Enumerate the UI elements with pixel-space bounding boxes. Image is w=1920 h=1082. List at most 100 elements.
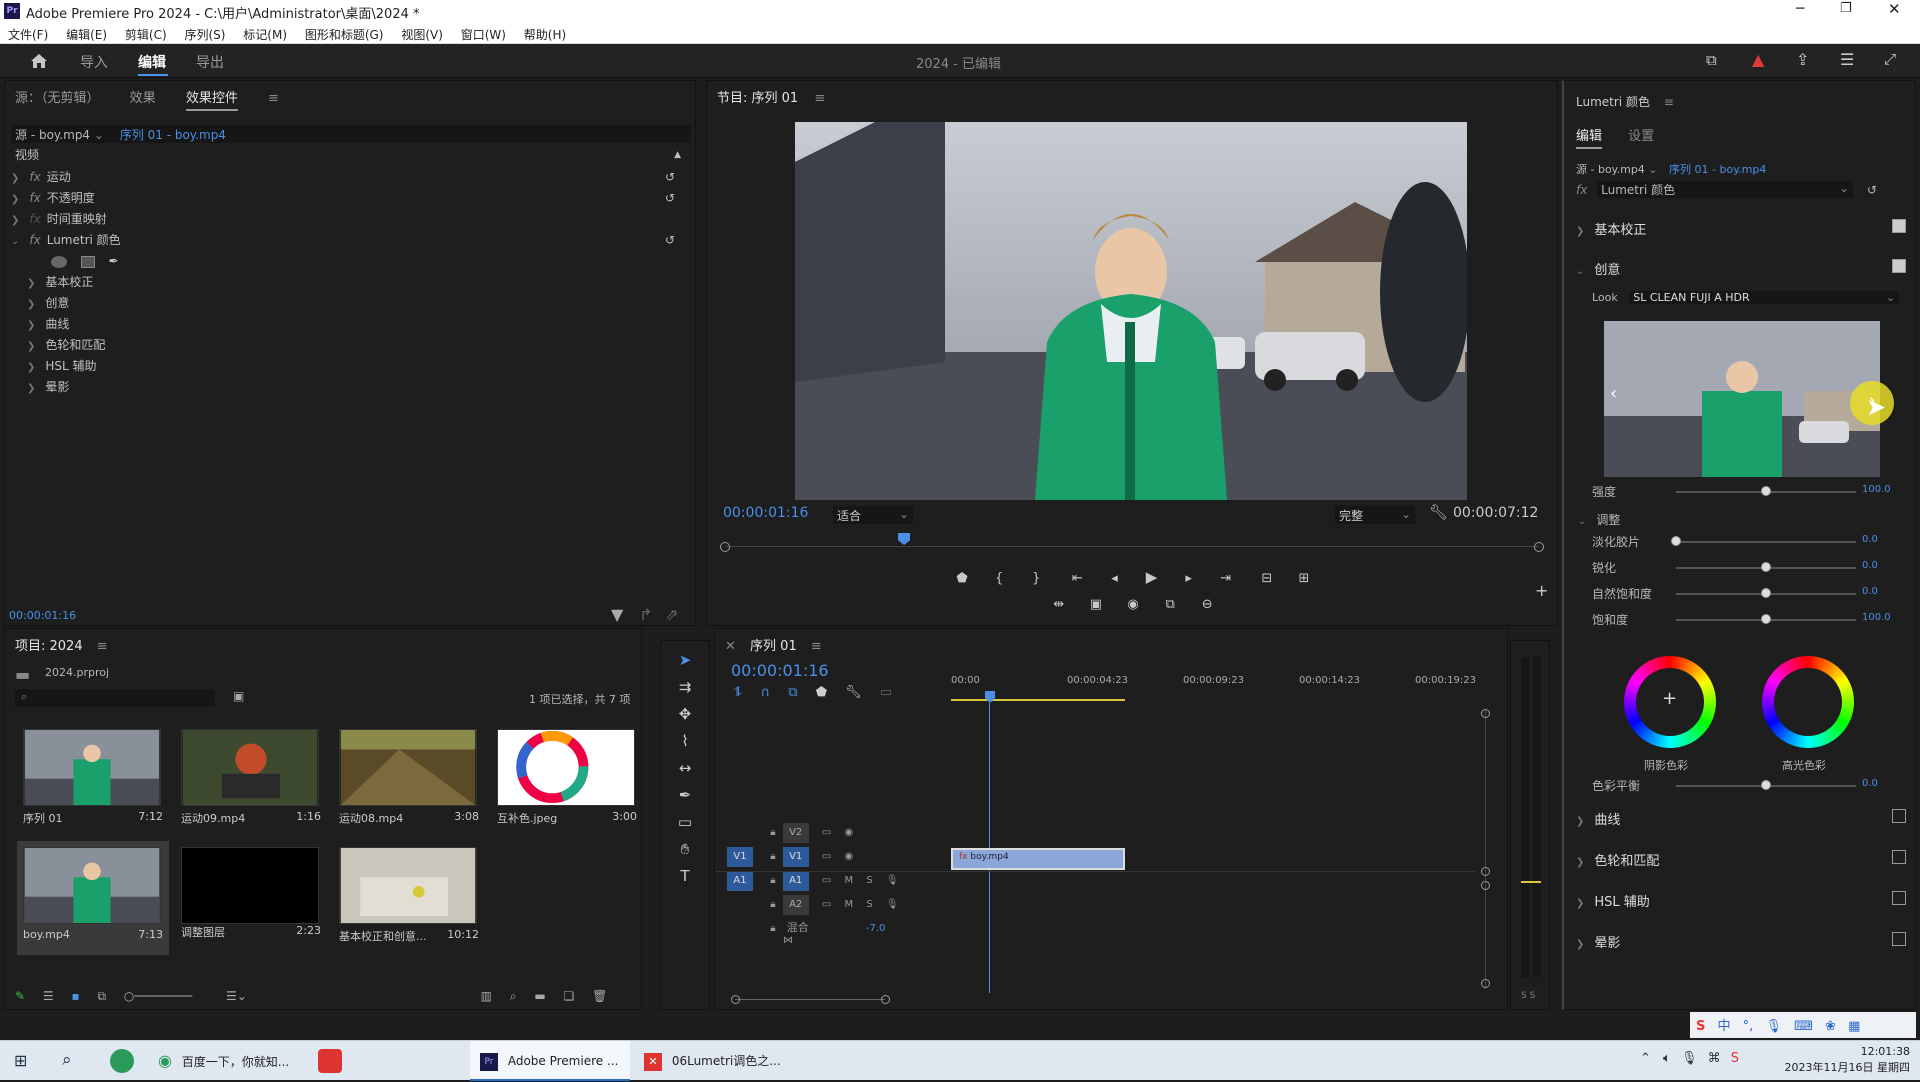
adjust-slider-knob[interactable]: [1761, 614, 1771, 624]
export-effect-icon[interactable]: ↱: [639, 605, 652, 624]
new-folder-icon[interactable]: ▬: [534, 989, 545, 1003]
icon-view-icon[interactable]: ▪: [71, 989, 79, 1003]
lumetri-sub-curves[interactable]: ❯ 曲线: [11, 314, 681, 335]
adjust-slider-knob[interactable]: [1761, 562, 1771, 572]
timeline-vscroll[interactable]: [1481, 709, 1491, 989]
new-item-icon[interactable]: ❏: [564, 989, 575, 1003]
project-item[interactable]: 运动08.mp4 3:08: [339, 729, 479, 826]
trash-icon[interactable]: 🗑︎: [592, 989, 607, 1003]
project-item[interactable]: 运动09.mp4 1:16: [181, 729, 321, 826]
hsl-enable-checkbox[interactable]: [1892, 891, 1906, 905]
sync-lock-icon[interactable]: ▭: [822, 851, 831, 862]
clip-boy[interactable]: fx boy.mp4: [951, 848, 1125, 870]
quality-dropdown[interactable]: 完整 ⌄: [1335, 506, 1415, 524]
timeline-timecode[interactable]: 00:00:01:16: [731, 661, 829, 680]
project-title[interactable]: 项目: 2024: [15, 635, 83, 654]
menu-window[interactable]: 窗口(W): [461, 26, 506, 43]
source-patch-a1[interactable]: A1: [727, 871, 753, 891]
write-icon[interactable]: ✎: [15, 989, 25, 1003]
panel-menu-icon[interactable]: ≡: [811, 639, 822, 654]
punctuation-icon[interactable]: °,: [1743, 1019, 1754, 1034]
ime-language[interactable]: 中: [1718, 1019, 1731, 1034]
creative-enable-checkbox[interactable]: [1892, 259, 1906, 273]
effect-time-remap[interactable]: ❯ fx 时间重映射: [11, 209, 681, 230]
menu-sequence[interactable]: 序列(S): [184, 26, 225, 43]
lock-icon[interactable]: 🔒︎: [770, 923, 775, 934]
menu-view[interactable]: 视图(V): [401, 26, 443, 43]
menu-file[interactable]: 文件(F): [8, 26, 48, 43]
solo-button[interactable]: S: [866, 875, 872, 886]
captions-icon[interactable]: ▭: [880, 685, 892, 700]
program-timecode[interactable]: 00:00:01:16: [723, 505, 808, 521]
panel-menu-icon[interactable]: ≡: [814, 91, 825, 106]
tab-lumetri-settings[interactable]: 设置: [1628, 129, 1654, 144]
timeline-settings-icon[interactable]: 🔧︎: [845, 685, 862, 700]
panel-menu-icon[interactable]: ≡: [268, 91, 279, 106]
project-item[interactable]: 基本校正和创意... 10:12: [339, 847, 479, 944]
highlight-tint-wheel[interactable]: [1762, 656, 1854, 748]
pen-tool-icon[interactable]: ✒: [661, 782, 709, 809]
look-previous-icon[interactable]: ‹: [1610, 383, 1617, 404]
share-icon[interactable]: ⇪: [1796, 50, 1809, 69]
ime-indicator[interactable]: S: [1731, 1051, 1739, 1066]
mark-in-button[interactable]: {: [988, 571, 1010, 586]
project-search-input[interactable]: ⌕: [15, 689, 215, 707]
volume-icon[interactable]: 🔈︎: [1663, 1051, 1671, 1066]
lumetri-sequence-link[interactable]: 序列 01 - boy.mp4: [1669, 163, 1766, 176]
sequence-link[interactable]: 序列 01 - boy.mp4: [120, 128, 226, 142]
project-item[interactable]: 互补色.jpeg 3:00: [497, 729, 637, 826]
reset-icon[interactable]: ↺: [665, 167, 675, 188]
mix-volume[interactable]: -7.0: [866, 923, 886, 934]
lumetri-sub-basic[interactable]: ❯ 基本校正: [11, 272, 681, 293]
solo-button[interactable]: S: [866, 899, 872, 910]
microphone-icon[interactable]: 🎙︎: [886, 899, 899, 910]
rectangle-tool-icon[interactable]: ▭: [661, 809, 709, 836]
nest-icon[interactable]: ⥮: [733, 685, 742, 700]
eye-icon[interactable]: ◉: [845, 851, 854, 862]
taskbar-item-lumetri-doc[interactable]: ✕ 06Lumetri调色之...: [640, 1041, 790, 1081]
adjust-slider-value[interactable]: 0.0: [1862, 586, 1878, 597]
lock-icon[interactable]: 🔒︎: [770, 875, 775, 886]
home-icon[interactable]: [30, 53, 48, 69]
adjust-slider-value[interactable]: 0.0: [1862, 560, 1878, 571]
list-view-icon[interactable]: ☰: [43, 989, 54, 1003]
intensity-knob[interactable]: [1761, 486, 1771, 496]
eye-icon[interactable]: ◉: [845, 827, 854, 838]
close-button[interactable]: ✕: [1888, 0, 1901, 18]
tab-effects[interactable]: 效果: [130, 87, 156, 106]
sort-icon[interactable]: ☰⌄: [226, 989, 247, 1003]
meter-solo-buttons[interactable]: S S: [1521, 991, 1535, 1001]
add-marker-button[interactable]: ⬟: [951, 571, 973, 586]
microphone-tray-icon[interactable]: 🎙︎: [1681, 1051, 1698, 1066]
lumetri-sub-hsl[interactable]: ❯ HSL 辅助: [11, 356, 681, 377]
play-button[interactable]: ▶: [1141, 568, 1163, 586]
minimize-button[interactable]: ─: [1796, 1, 1804, 17]
selection-tool-icon[interactable]: ➤: [661, 647, 709, 674]
tab-lumetri-edit[interactable]: 编辑: [1576, 129, 1603, 149]
timeline-hscroll[interactable]: [731, 995, 891, 1005]
color-balance-knob[interactable]: [1761, 780, 1771, 790]
go-to-end-icon[interactable]: ⋈: [783, 935, 793, 946]
keyboard-icon[interactable]: ⌨: [1794, 1019, 1813, 1034]
effect-lumetri[interactable]: ⌄ fx Lumetri 颜色 ↺: [11, 230, 681, 251]
mute-button[interactable]: M: [845, 875, 854, 886]
trim-button[interactable]: ⇹: [1048, 597, 1070, 612]
insert-button[interactable]: ⊟: [1256, 571, 1278, 586]
effect-motion[interactable]: ❯ fx 运动 ↺: [11, 167, 681, 188]
panels-menu-icon[interactable]: ☰: [1840, 50, 1854, 69]
add-button[interactable]: +: [1535, 581, 1548, 600]
program-scrubber[interactable]: [720, 542, 1544, 552]
menu-graphics[interactable]: 图形和标题(G): [305, 26, 384, 43]
hand-tool-icon[interactable]: ✋︎: [661, 836, 709, 863]
color-balance-value[interactable]: 0.0: [1862, 778, 1878, 789]
section-wheels[interactable]: ❯ 色轮和匹配: [1576, 850, 1906, 869]
shadow-tint-wheel[interactable]: +: [1624, 656, 1716, 748]
source-dropdown[interactable]: 源 - boy.mp4: [15, 128, 90, 142]
ellipse-mask-icon[interactable]: [51, 255, 67, 268]
project-item[interactable]: 序列 01 7:12: [23, 729, 163, 826]
warning-icon[interactable]: ▲: [1752, 50, 1764, 69]
slip-tool-icon[interactable]: ↔: [661, 755, 709, 782]
lock-icon[interactable]: 🔒︎: [770, 899, 775, 910]
step-back-button[interactable]: ◂: [1103, 571, 1125, 586]
lumetri-sub-wheels[interactable]: ❯ 色轮和匹配: [11, 335, 681, 356]
